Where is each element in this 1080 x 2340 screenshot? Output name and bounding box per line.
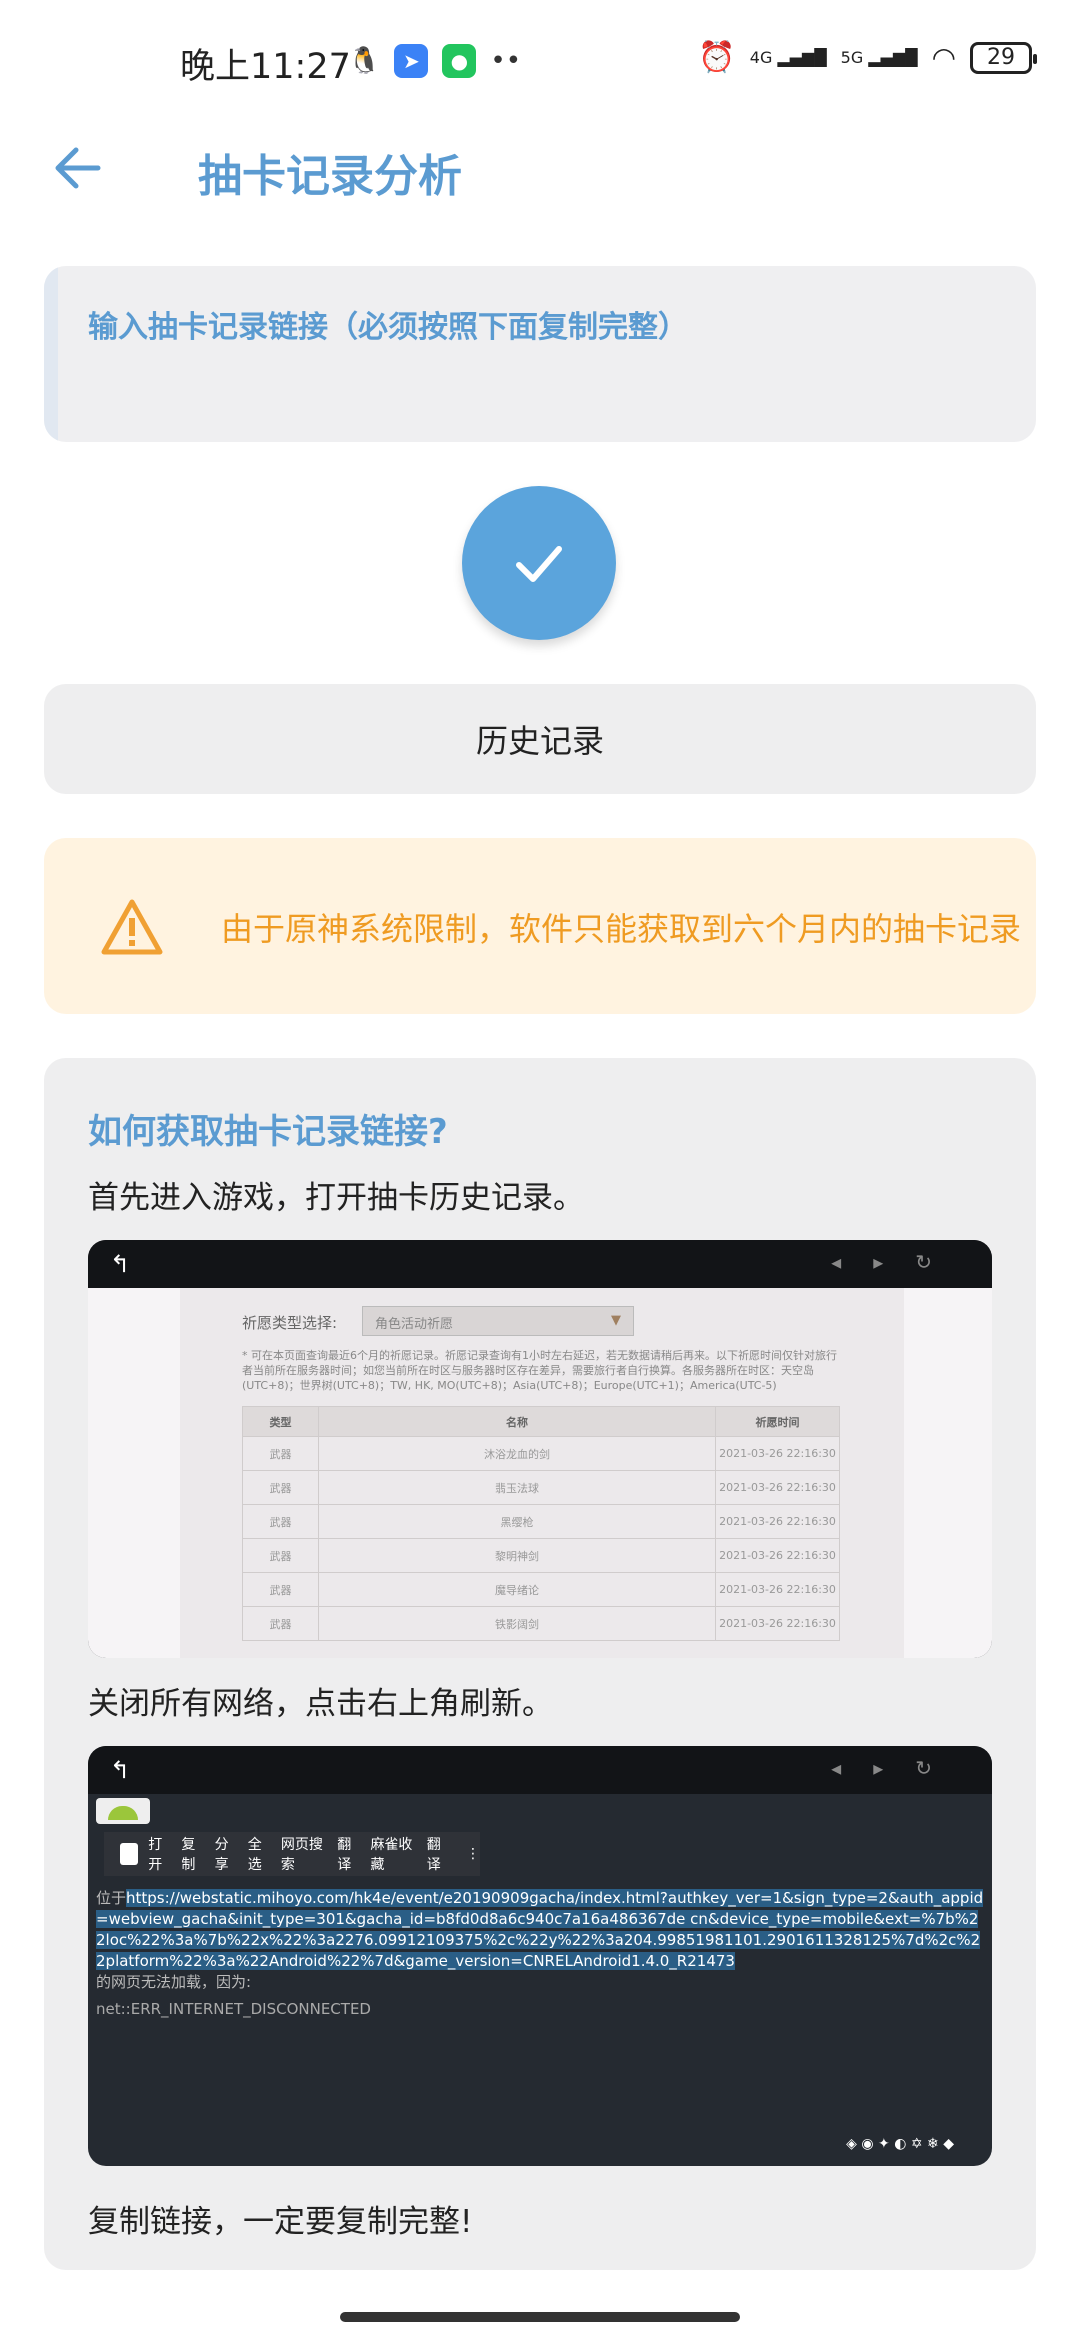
shot2-nav-icons: ◂▸↻ bbox=[831, 1756, 964, 1780]
col-type: 类型 bbox=[242, 1406, 319, 1437]
page-title: 抽卡记录分析 bbox=[198, 151, 462, 202]
input-focus-stripe bbox=[44, 266, 58, 442]
shot2-element-icons: ◈ ◉ ✦ ◐ ✡ ❄ ◆ bbox=[846, 2136, 954, 2152]
wifi-icon: ◠ bbox=[931, 41, 956, 74]
app-notify-icon: ➤ bbox=[394, 44, 429, 78]
warning-banner: 由于原神系统限制，软件只能获取到六个月内的抽卡记录 bbox=[44, 838, 1036, 1014]
history-button[interactable]: 历史记录 bbox=[44, 684, 1036, 794]
shot2-android-icon bbox=[96, 1798, 150, 1824]
signal-4g-icon: 4G ▂▄▆█ bbox=[749, 48, 827, 67]
shot2-toolbar: ↰ ◂▸↻ bbox=[88, 1746, 992, 1794]
step-2-text: 关闭所有网络，点击右上角刷新。 bbox=[88, 1686, 553, 1722]
status-time: 晚上11:27 bbox=[180, 47, 351, 87]
col-name: 名称 bbox=[318, 1406, 716, 1437]
menu-app-icon bbox=[120, 1843, 139, 1865]
howto-card: 如何获取抽卡记录链接? 首先进入游戏，打开抽卡历史记录。 ↰ ◂▸↻ 祈愿类型选… bbox=[44, 1058, 1036, 2270]
shot2-url-text: 位于https://webstatic.mihoyo.com/hk4e/even… bbox=[96, 1889, 984, 1991]
more-notifications-icon: •• bbox=[490, 46, 522, 76]
menu-more-icon: ⋮ bbox=[465, 1846, 480, 1862]
link-input-field[interactable]: 输入抽卡记录链接（必须按照下面复制完整） bbox=[44, 266, 1036, 442]
back-arrow-icon[interactable] bbox=[48, 138, 108, 198]
status-right: ⏰ 4G ▂▄▆█ 5G ▂▄▆█ ◠ 29 bbox=[698, 40, 1037, 75]
warning-icon bbox=[100, 898, 164, 960]
shot1-page: 祈愿类型选择: 角色活动祈愿 ▼ * 可在本页面查询最近6个月的祈愿记录。祈愿记录… bbox=[88, 1288, 992, 1658]
confirm-button[interactable] bbox=[462, 486, 616, 640]
wechat-icon: ● bbox=[442, 44, 477, 78]
qq-icon: 🐧 bbox=[348, 46, 381, 76]
alarm-icon: ⏰ bbox=[698, 40, 736, 75]
table-row: 武器 黑缨枪 2021-03-26 22:16:30 bbox=[242, 1504, 840, 1539]
table-row: 武器 沐浴龙血的剑 2021-03-26 22:16:30 bbox=[242, 1436, 840, 1471]
link-input-placeholder: 输入抽卡记录链接（必须按照下面复制完整） bbox=[88, 310, 688, 345]
check-icon bbox=[516, 546, 562, 582]
step-1-text: 首先进入游戏，打开抽卡历史记录。 bbox=[88, 1180, 584, 1216]
shot1-back-icon: ↰ bbox=[110, 1250, 131, 1278]
shot2-back-icon: ↰ bbox=[110, 1756, 131, 1784]
status-bar: 晚上11:27 🐧 ➤ ● •• ⏰ 4G ▂▄▆█ 5G ▂▄▆█ ◠ 29 bbox=[0, 0, 1080, 124]
history-button-label: 历史记录 bbox=[475, 722, 604, 760]
shot1-note: * 可在本页面查询最近6个月的祈愿记录。祈愿记录查询有1小时左右延迟，若无数据请… bbox=[242, 1349, 837, 1392]
table-row: 武器 铁影阔剑 2021-03-26 22:16:30 bbox=[242, 1606, 840, 1641]
table-row: 武器 黎明神剑 2021-03-26 22:16:30 bbox=[242, 1538, 840, 1573]
shot1-type-select: 角色活动祈愿 ▼ bbox=[362, 1306, 634, 1336]
home-indicator[interactable] bbox=[340, 2312, 740, 2322]
screenshot-gacha-history: ↰ ◂▸↻ 祈愿类型选择: 角色活动祈愿 ▼ * 可在本页面查询最近6个月的祈愿记… bbox=[88, 1240, 992, 1658]
howto-title: 如何获取抽卡记录链接? bbox=[88, 1112, 448, 1152]
col-time: 祈愿时间 bbox=[715, 1406, 840, 1437]
warning-text: 由于原神系统限制，软件只能获取到六个月内的抽卡记录 bbox=[221, 910, 1022, 948]
shot2-context-menu: 打开 复制 分享 全选 网页搜索 翻译 麻雀收藏 翻译 ⋮ bbox=[104, 1832, 480, 1876]
screenshot-copy-link: ↰ ◂▸↻ 打开 复制 分享 全选 网页搜索 翻译 麻雀收藏 翻译 ⋮ 位于https://w… bbox=[88, 1746, 992, 2166]
shot1-content: 祈愿类型选择: 角色活动祈愿 ▼ * 可在本页面查询最近6个月的祈愿记录。祈愿记录… bbox=[180, 1288, 904, 1658]
signal-5g-icon: 5G ▂▄▆█ bbox=[840, 48, 918, 67]
shot1-toolbar: ↰ ◂▸↻ bbox=[88, 1240, 992, 1288]
table-row: 武器 魔导绪论 2021-03-26 22:16:30 bbox=[242, 1572, 840, 1607]
step-3-text: 复制链接，一定要复制完整! bbox=[88, 2204, 473, 2240]
shot2-error: net::ERR_INTERNET_DISCONNECTED bbox=[96, 2000, 371, 2018]
battery-icon: 29 bbox=[970, 41, 1037, 74]
status-app-icons: 🐧 ➤ ● •• bbox=[348, 44, 521, 78]
shot1-table: 类型 名称 祈愿时间 武器 沐浴龙血的剑 2021-03-26 22:16:30 武… bbox=[242, 1406, 840, 1641]
shot1-type-label: 祈愿类型选择: bbox=[242, 1314, 338, 1332]
table-row: 武器 翡玉法球 2021-03-26 22:16:30 bbox=[242, 1470, 840, 1505]
shot1-nav-icons: ◂▸↻ bbox=[831, 1250, 964, 1274]
